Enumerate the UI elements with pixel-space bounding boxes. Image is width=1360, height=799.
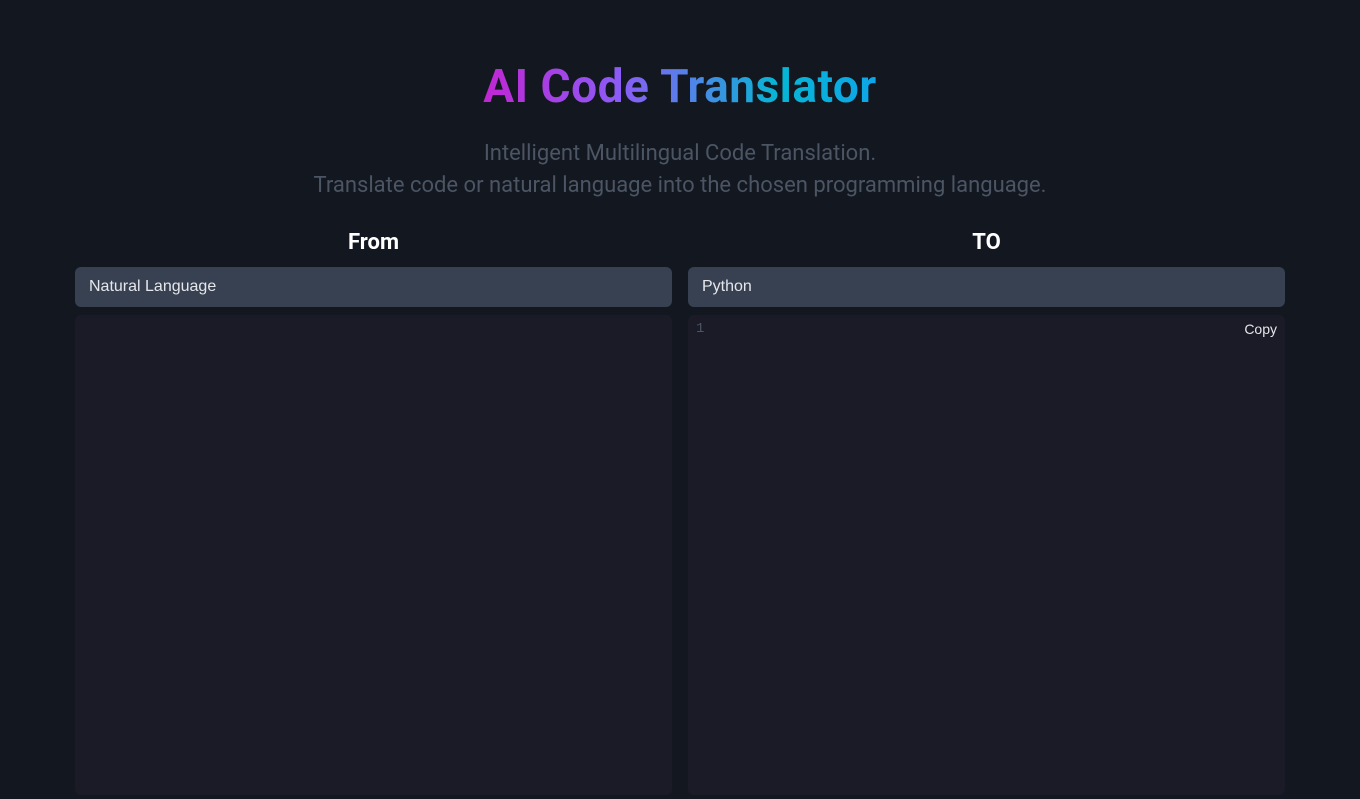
to-output[interactable] xyxy=(716,321,1229,789)
from-editor xyxy=(75,315,672,795)
from-language-select[interactable]: Natural Language xyxy=(75,267,672,307)
from-panel: From Natural Language xyxy=(75,230,672,795)
subtitle-line-1: Intelligent Multilingual Code Translatio… xyxy=(314,138,1047,170)
copy-button[interactable]: Copy xyxy=(1242,321,1279,337)
to-panel: TO Python 1 Copy xyxy=(688,230,1285,795)
line-number: 1 xyxy=(696,321,704,337)
to-editor: 1 Copy xyxy=(688,315,1285,795)
subtitle-line-2: Translate code or natural language into … xyxy=(314,170,1047,202)
from-label: From xyxy=(75,230,672,255)
from-input[interactable] xyxy=(75,315,672,795)
to-label: TO xyxy=(688,230,1285,255)
page-subtitle: Intelligent Multilingual Code Translatio… xyxy=(314,138,1047,202)
page-title: AI Code Translator xyxy=(483,60,877,114)
to-language-select[interactable]: Python xyxy=(688,267,1285,307)
